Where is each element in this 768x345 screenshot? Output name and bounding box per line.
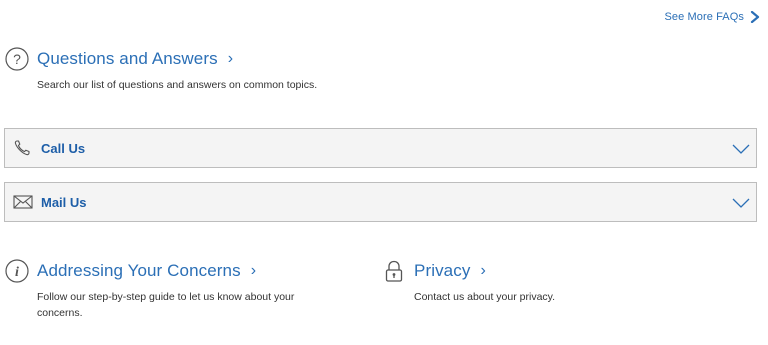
qa-title: Questions and Answers	[37, 49, 218, 68]
privacy-title: Privacy	[414, 261, 471, 280]
privacy-header-link[interactable]: Privacy ›	[382, 259, 742, 283]
call-us-accordion[interactable]: Call Us	[4, 128, 757, 168]
chevron-down-icon	[732, 144, 750, 154]
chevron-right-icon	[750, 11, 760, 23]
info-circle-icon: i	[5, 259, 29, 283]
svg-text:i: i	[15, 265, 19, 280]
qa-header-link[interactable]: ? Questions and Answers ›	[5, 47, 605, 71]
privacy-description: Contact us about your privacy.	[414, 291, 556, 303]
chevron-down-icon	[732, 198, 750, 208]
see-more-faqs-label: See More FAQs	[664, 11, 744, 23]
chevron-right-icon: ›	[227, 50, 234, 67]
lock-icon	[385, 260, 403, 282]
question-circle-icon: ?	[5, 47, 29, 71]
phone-icon	[14, 140, 30, 156]
envelope-icon	[13, 195, 33, 209]
chevron-right-icon: ›	[480, 262, 486, 279]
chevron-right-icon: ›	[250, 262, 257, 279]
concerns-description: Follow our step-by-step guide to let us …	[37, 291, 295, 320]
qa-section: ? Questions and Answers › Search our lis…	[5, 47, 605, 93]
concerns-title: Addressing Your Concerns	[37, 261, 241, 280]
mail-us-accordion[interactable]: Mail Us	[4, 182, 757, 222]
see-more-faqs-link[interactable]: See More FAQs	[664, 11, 760, 23]
call-us-label: Call Us	[41, 140, 86, 156]
concerns-section: i Addressing Your Concerns › Follow our …	[5, 259, 345, 322]
qa-description: Search our list of questions and answers…	[37, 79, 318, 91]
mail-us-label: Mail Us	[41, 194, 87, 210]
contact-page: See More FAQs ? Questions and Answers › …	[0, 0, 768, 345]
svg-text:?: ?	[13, 51, 21, 67]
privacy-section: Privacy › Contact us about your privacy.	[382, 259, 742, 305]
concerns-header-link[interactable]: i Addressing Your Concerns ›	[5, 259, 345, 283]
